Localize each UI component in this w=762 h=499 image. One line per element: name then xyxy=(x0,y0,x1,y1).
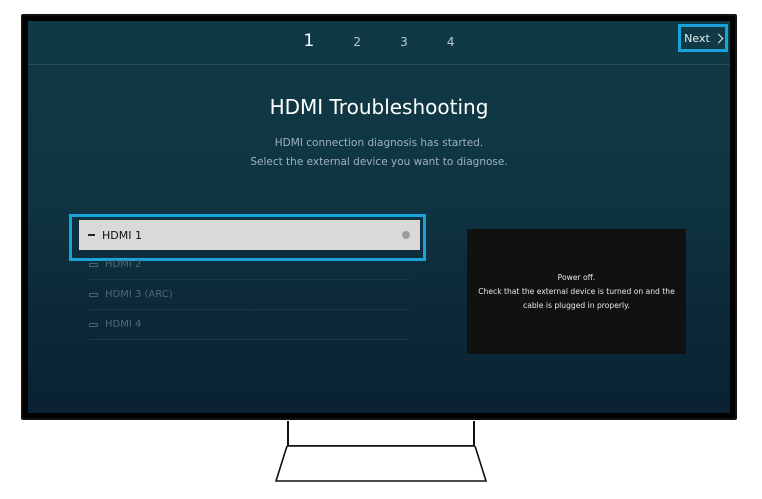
hdmi-port-icon xyxy=(89,292,98,297)
step-3: 3 xyxy=(400,35,408,49)
step-2: 2 xyxy=(353,35,362,49)
next-button-label: Next xyxy=(684,31,710,45)
step-indicator: 1 2 3 4 xyxy=(28,31,730,51)
tv-frame: 1 2 3 4 Next HDMI Troubleshooting HDMI c… xyxy=(21,14,737,420)
step-4: 4 xyxy=(446,35,455,49)
hdmi-item-label: HDMI 2 xyxy=(105,259,142,270)
dash-icon xyxy=(88,234,95,236)
hdmi-item-label: HDMI 1 xyxy=(102,228,142,242)
tv-stand-neck xyxy=(287,421,475,447)
diagnosis-info-panel: Power off. Check that the external devic… xyxy=(467,229,686,354)
info-line-3: cable is plugged in properly. xyxy=(523,300,630,310)
subtitle-line-1: HDMI connection diagnosis has started. xyxy=(274,137,484,149)
hdmi-item-1[interactable]: HDMI 1 xyxy=(79,220,420,250)
hdmi-port-icon xyxy=(89,322,98,327)
top-divider xyxy=(28,64,730,65)
next-button[interactable]: Next xyxy=(678,24,728,52)
subtitle-line-2: Select the external device you want to d… xyxy=(250,156,508,168)
status-dot-icon xyxy=(402,231,410,239)
hdmi-source-list: HDMI 1 HDMI 2 HDMI 3 (ARC) HDMI 4 xyxy=(69,214,436,340)
info-line-2: Check that the external device is turned… xyxy=(478,286,675,296)
hdmi-port-icon xyxy=(89,262,98,267)
hdmi-item-label: HDMI 3 (ARC) xyxy=(105,289,173,300)
tv-stand-base xyxy=(275,446,487,482)
hdmi-item-3[interactable]: HDMI 3 (ARC) xyxy=(89,280,410,310)
hdmi-item-label: HDMI 4 xyxy=(105,319,142,330)
page-subtitle: HDMI connection diagnosis has started. S… xyxy=(28,134,730,172)
hdmi-item-2[interactable]: HDMI 2 xyxy=(89,250,410,280)
step-1: 1 xyxy=(303,31,315,51)
info-line-1: Power off. xyxy=(557,272,596,282)
tv-screen: 1 2 3 4 Next HDMI Troubleshooting HDMI c… xyxy=(28,21,730,413)
page-title: HDMI Troubleshooting xyxy=(269,95,489,119)
hdmi-item-4[interactable]: HDMI 4 xyxy=(89,310,410,340)
chevron-right-icon xyxy=(713,33,724,43)
